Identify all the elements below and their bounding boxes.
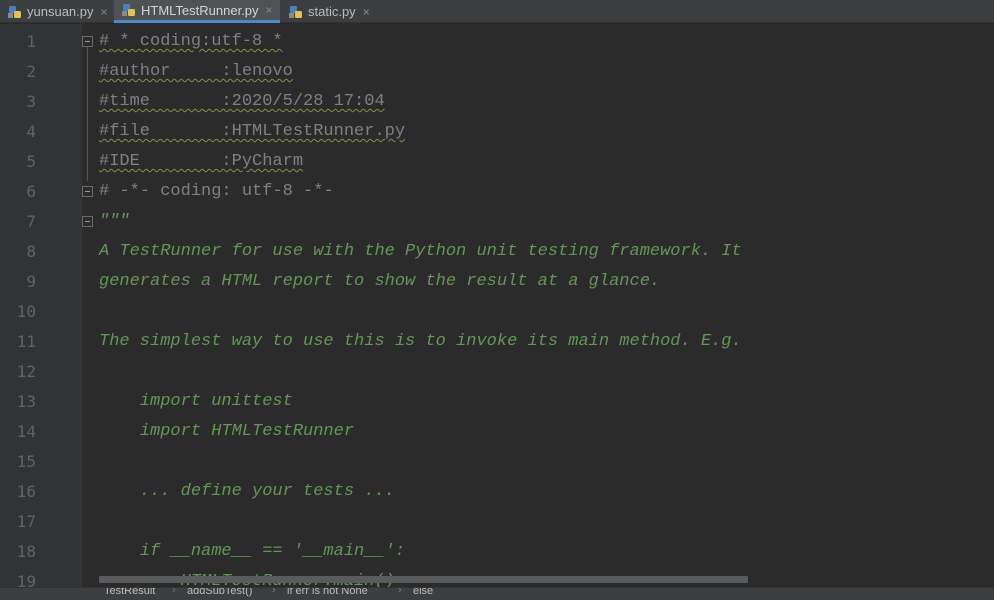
line-number: 19	[16, 572, 36, 587]
code-line: The simplest way to use this is to invok…	[99, 332, 742, 351]
code-line: # * coding:utf-8 *	[99, 32, 283, 51]
tab-static[interactable]: static.py ×	[281, 0, 376, 23]
line-number: 15	[16, 452, 36, 471]
code-line: import unittest	[99, 392, 293, 411]
fold-guide	[87, 47, 88, 181]
line-number: 3	[26, 92, 36, 111]
close-icon[interactable]: ×	[363, 5, 370, 19]
code-line: #author :lenovo	[99, 62, 293, 81]
editor-tab-bar: yunsuan.py × HTMLTestRunner.py × static.…	[0, 0, 994, 23]
line-number: 13	[16, 392, 36, 411]
tab-label: static.py	[308, 4, 356, 19]
breadcrumb-separator-icon: ›	[398, 587, 402, 596]
tab-htmltestrunner[interactable]: HTMLTestRunner.py ×	[114, 0, 280, 23]
tab-yunsuan[interactable]: yunsuan.py ×	[0, 0, 113, 23]
python-file-icon	[8, 5, 22, 19]
line-number: 2	[26, 62, 36, 81]
breadcrumb-item[interactable]: if err is not None	[287, 588, 368, 597]
code-line: if __name__ == '__main__':	[99, 542, 406, 561]
line-number: 10	[16, 302, 36, 321]
breadcrumb-item[interactable]: TestResult	[104, 588, 155, 597]
tab-label: yunsuan.py	[27, 4, 94, 19]
code-line: """	[99, 212, 130, 231]
line-number: 6	[26, 182, 36, 201]
close-icon[interactable]: ×	[101, 5, 108, 19]
python-file-icon	[122, 3, 136, 17]
breadcrumb-item[interactable]: addSubTest()	[187, 588, 252, 597]
line-number: 9	[26, 272, 36, 291]
code-line: #file :HTMLTestRunner.py	[99, 122, 406, 141]
breadcrumb: TestResult › addSubTest() › if err is no…	[0, 587, 994, 600]
close-icon[interactable]: ×	[266, 3, 273, 17]
code-line: generates a HTML report to show the resu…	[99, 272, 661, 291]
line-number: 18	[16, 542, 36, 561]
line-number: 8	[26, 242, 36, 261]
code-line: #time :2020/5/28 17:04	[99, 92, 385, 111]
code-line: # -*- coding: utf-8 -*-	[99, 182, 334, 201]
breadcrumb-item[interactable]: else	[413, 588, 433, 597]
line-number: 11	[16, 332, 36, 351]
tab-label: HTMLTestRunner.py	[141, 2, 259, 18]
line-number: 12	[16, 362, 36, 381]
fold-marker-icon[interactable]	[82, 216, 93, 227]
line-number: 17	[16, 512, 36, 531]
code-line: #IDE :PyCharm	[99, 152, 304, 171]
line-number-gutter: 1 2 3 4 5 6 7 8 9 10 11 12 13 14 15 16 1…	[0, 24, 82, 587]
fold-marker-icon[interactable]	[82, 36, 93, 47]
line-number: 4	[26, 122, 36, 141]
python-file-icon	[289, 5, 303, 19]
line-number: 16	[16, 482, 36, 501]
code-line: A TestRunner for use with the Python uni…	[99, 242, 742, 261]
line-number: 14	[16, 422, 36, 441]
breadcrumb-separator-icon: ›	[272, 587, 276, 596]
line-number: 7	[26, 212, 36, 231]
line-number: 1	[26, 32, 36, 51]
horizontal-scrollbar[interactable]	[99, 576, 748, 583]
breadcrumb-separator-icon: ›	[172, 587, 176, 596]
code-line: ... define your tests ...	[99, 482, 395, 501]
code-editor[interactable]: 1 2 3 4 5 6 7 8 9 10 11 12 13 14 15 16 1…	[0, 24, 994, 587]
line-number: 5	[26, 152, 36, 171]
code-line: import HTMLTestRunner	[99, 422, 355, 441]
fold-marker-icon[interactable]	[82, 186, 93, 197]
